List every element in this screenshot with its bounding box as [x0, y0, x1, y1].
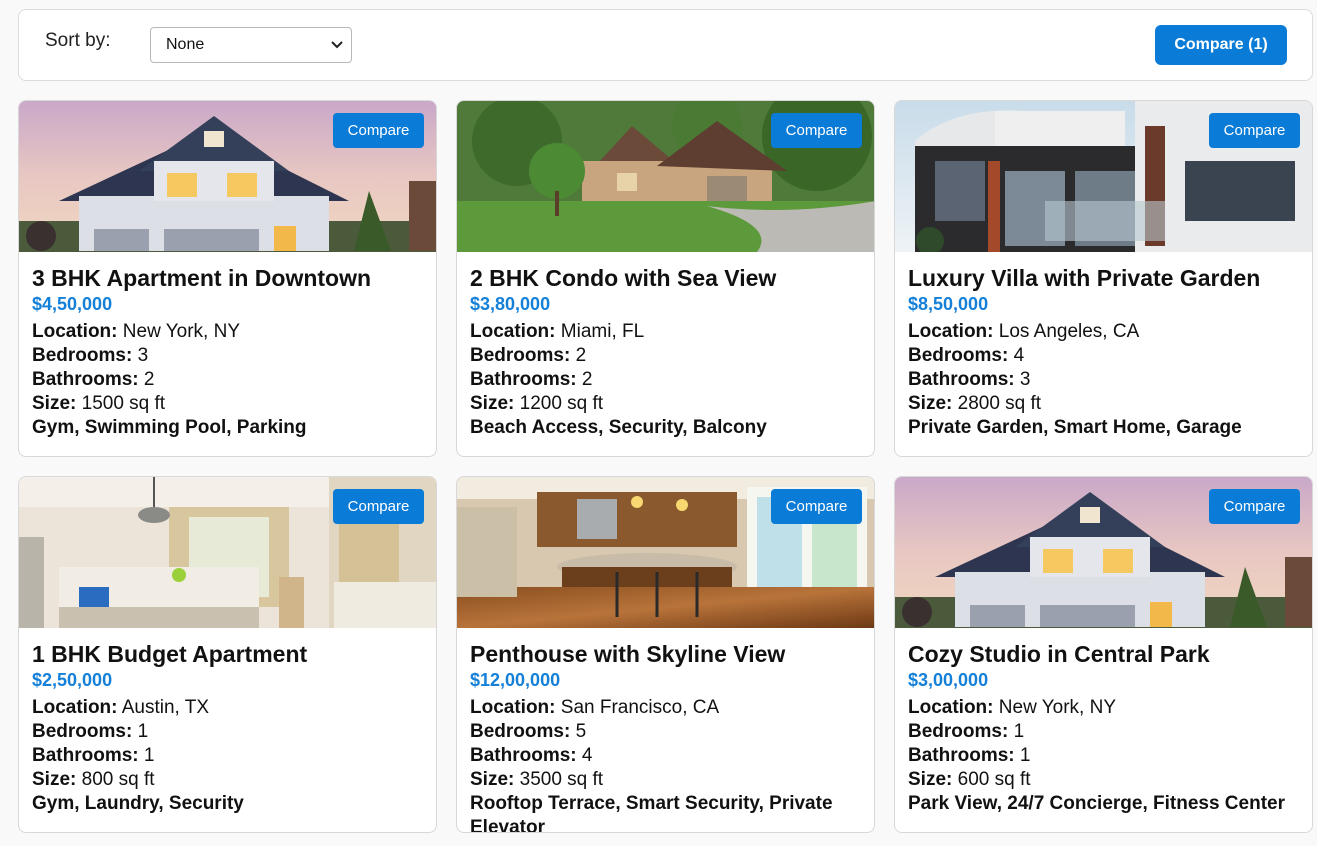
property-size: 1200 sq ft — [519, 393, 604, 414]
property-bedrooms: 4 — [1013, 345, 1025, 366]
property-title: 2 BHK Condo with Sea View — [470, 265, 777, 291]
compare-button[interactable]: Compare — [771, 113, 862, 148]
size-label: Size: — [908, 769, 953, 790]
toolbar: Sort by: None Compare (1) — [18, 9, 1313, 81]
property-price: $3,00,000 — [908, 670, 989, 690]
property-size: 3500 sq ft — [519, 769, 604, 790]
property-amenities: Gym, Swimming Pool, Parking — [32, 417, 307, 438]
property-bedrooms: 1 — [1013, 721, 1025, 742]
size-label: Size: — [908, 393, 953, 414]
bathrooms-label: Bathrooms: — [470, 745, 577, 766]
location-label: Location: — [908, 697, 994, 718]
bedrooms-label: Bedrooms: — [908, 345, 1009, 366]
sort-select-value: None — [166, 36, 205, 53]
property-bathrooms: 2 — [581, 369, 593, 390]
property-card: Compare Penthouse with Skyline View $12,… — [456, 476, 875, 833]
compare-selected-button[interactable]: Compare (1) — [1155, 25, 1287, 65]
property-card: Compare Cozy Studio in Central Park $3,0… — [894, 476, 1313, 833]
property-card: Compare Luxury Villa with Private Garden… — [894, 100, 1313, 457]
property-title: 3 BHK Apartment in Downtown — [32, 265, 372, 291]
property-location: San Francisco, CA — [560, 697, 720, 718]
sort-select[interactable]: None — [150, 27, 352, 63]
property-bedrooms: 1 — [137, 721, 149, 742]
compare-button[interactable]: Compare — [771, 489, 862, 524]
compare-button[interactable]: Compare — [333, 113, 424, 148]
property-location: New York, NY — [122, 321, 241, 342]
property-title: 1 BHK Budget Apartment — [32, 641, 308, 667]
size-label: Size: — [470, 393, 515, 414]
property-location: Miami, FL — [560, 321, 645, 342]
property-bathrooms: 3 — [1019, 369, 1031, 390]
location-label: Location: — [908, 321, 994, 342]
property-title: Cozy Studio in Central Park — [908, 641, 1210, 667]
property-amenities: Gym, Laundry, Security — [32, 793, 244, 814]
bedrooms-label: Bedrooms: — [32, 721, 133, 742]
property-amenities: Park View, 24/7 Concierge, Fitness Cente… — [908, 793, 1285, 814]
size-label: Size: — [32, 769, 77, 790]
bedrooms-label: Bedrooms: — [470, 345, 571, 366]
property-price: $8,50,000 — [908, 294, 989, 314]
property-price: $12,00,000 — [470, 670, 561, 690]
property-title: Penthouse with Skyline View — [470, 641, 786, 667]
compare-button[interactable]: Compare — [1209, 489, 1300, 524]
location-label: Location: — [32, 697, 118, 718]
property-size: 1500 sq ft — [81, 393, 166, 414]
property-card: Compare 3 BHK Apartment in Downtown $4,5… — [18, 100, 437, 457]
property-bathrooms: 1 — [143, 745, 155, 766]
property-location: New York, NY — [998, 697, 1117, 718]
property-card: Compare 2 BHK Condo with Sea View $3,80,… — [456, 100, 875, 457]
property-card: Compare 1 BHK Budget Apartment $2,50,000… — [18, 476, 437, 833]
property-bathrooms: 1 — [1019, 745, 1031, 766]
property-location: Los Angeles, CA — [998, 321, 1140, 342]
property-bedrooms: 5 — [575, 721, 587, 742]
bathrooms-label: Bathrooms: — [908, 369, 1015, 390]
property-size: 2800 sq ft — [957, 393, 1042, 414]
property-price: $3,80,000 — [470, 294, 551, 314]
bedrooms-label: Bedrooms: — [908, 721, 1009, 742]
property-bedrooms: 3 — [137, 345, 149, 366]
location-label: Location: — [470, 697, 556, 718]
bedrooms-label: Bedrooms: — [470, 721, 571, 742]
bathrooms-label: Bathrooms: — [908, 745, 1015, 766]
location-label: Location: — [32, 321, 118, 342]
property-title: Luxury Villa with Private Garden — [908, 265, 1261, 291]
property-size: 800 sq ft — [81, 769, 155, 790]
size-label: Size: — [470, 769, 515, 790]
property-amenities: Beach Access, Security, Balcony — [470, 417, 767, 438]
chevron-down-icon — [331, 28, 343, 75]
property-size: 600 sq ft — [957, 769, 1031, 790]
property-bathrooms: 2 — [143, 369, 155, 390]
property-amenities: Rooftop Terrace, Smart Security, Private… — [470, 793, 833, 833]
property-bathrooms: 4 — [581, 745, 593, 766]
size-label: Size: — [32, 393, 77, 414]
property-price: $2,50,000 — [32, 670, 113, 690]
property-bedrooms: 2 — [575, 345, 587, 366]
bathrooms-label: Bathrooms: — [470, 369, 577, 390]
sort-label: Sort by: — [45, 30, 111, 51]
location-label: Location: — [470, 321, 556, 342]
bathrooms-label: Bathrooms: — [32, 745, 139, 766]
property-amenities: Private Garden, Smart Home, Garage — [908, 417, 1242, 438]
property-price: $4,50,000 — [32, 294, 113, 314]
bathrooms-label: Bathrooms: — [32, 369, 139, 390]
bedrooms-label: Bedrooms: — [32, 345, 133, 366]
compare-button[interactable]: Compare — [333, 489, 424, 524]
compare-button[interactable]: Compare — [1209, 113, 1300, 148]
property-location: Austin, TX — [121, 697, 210, 718]
